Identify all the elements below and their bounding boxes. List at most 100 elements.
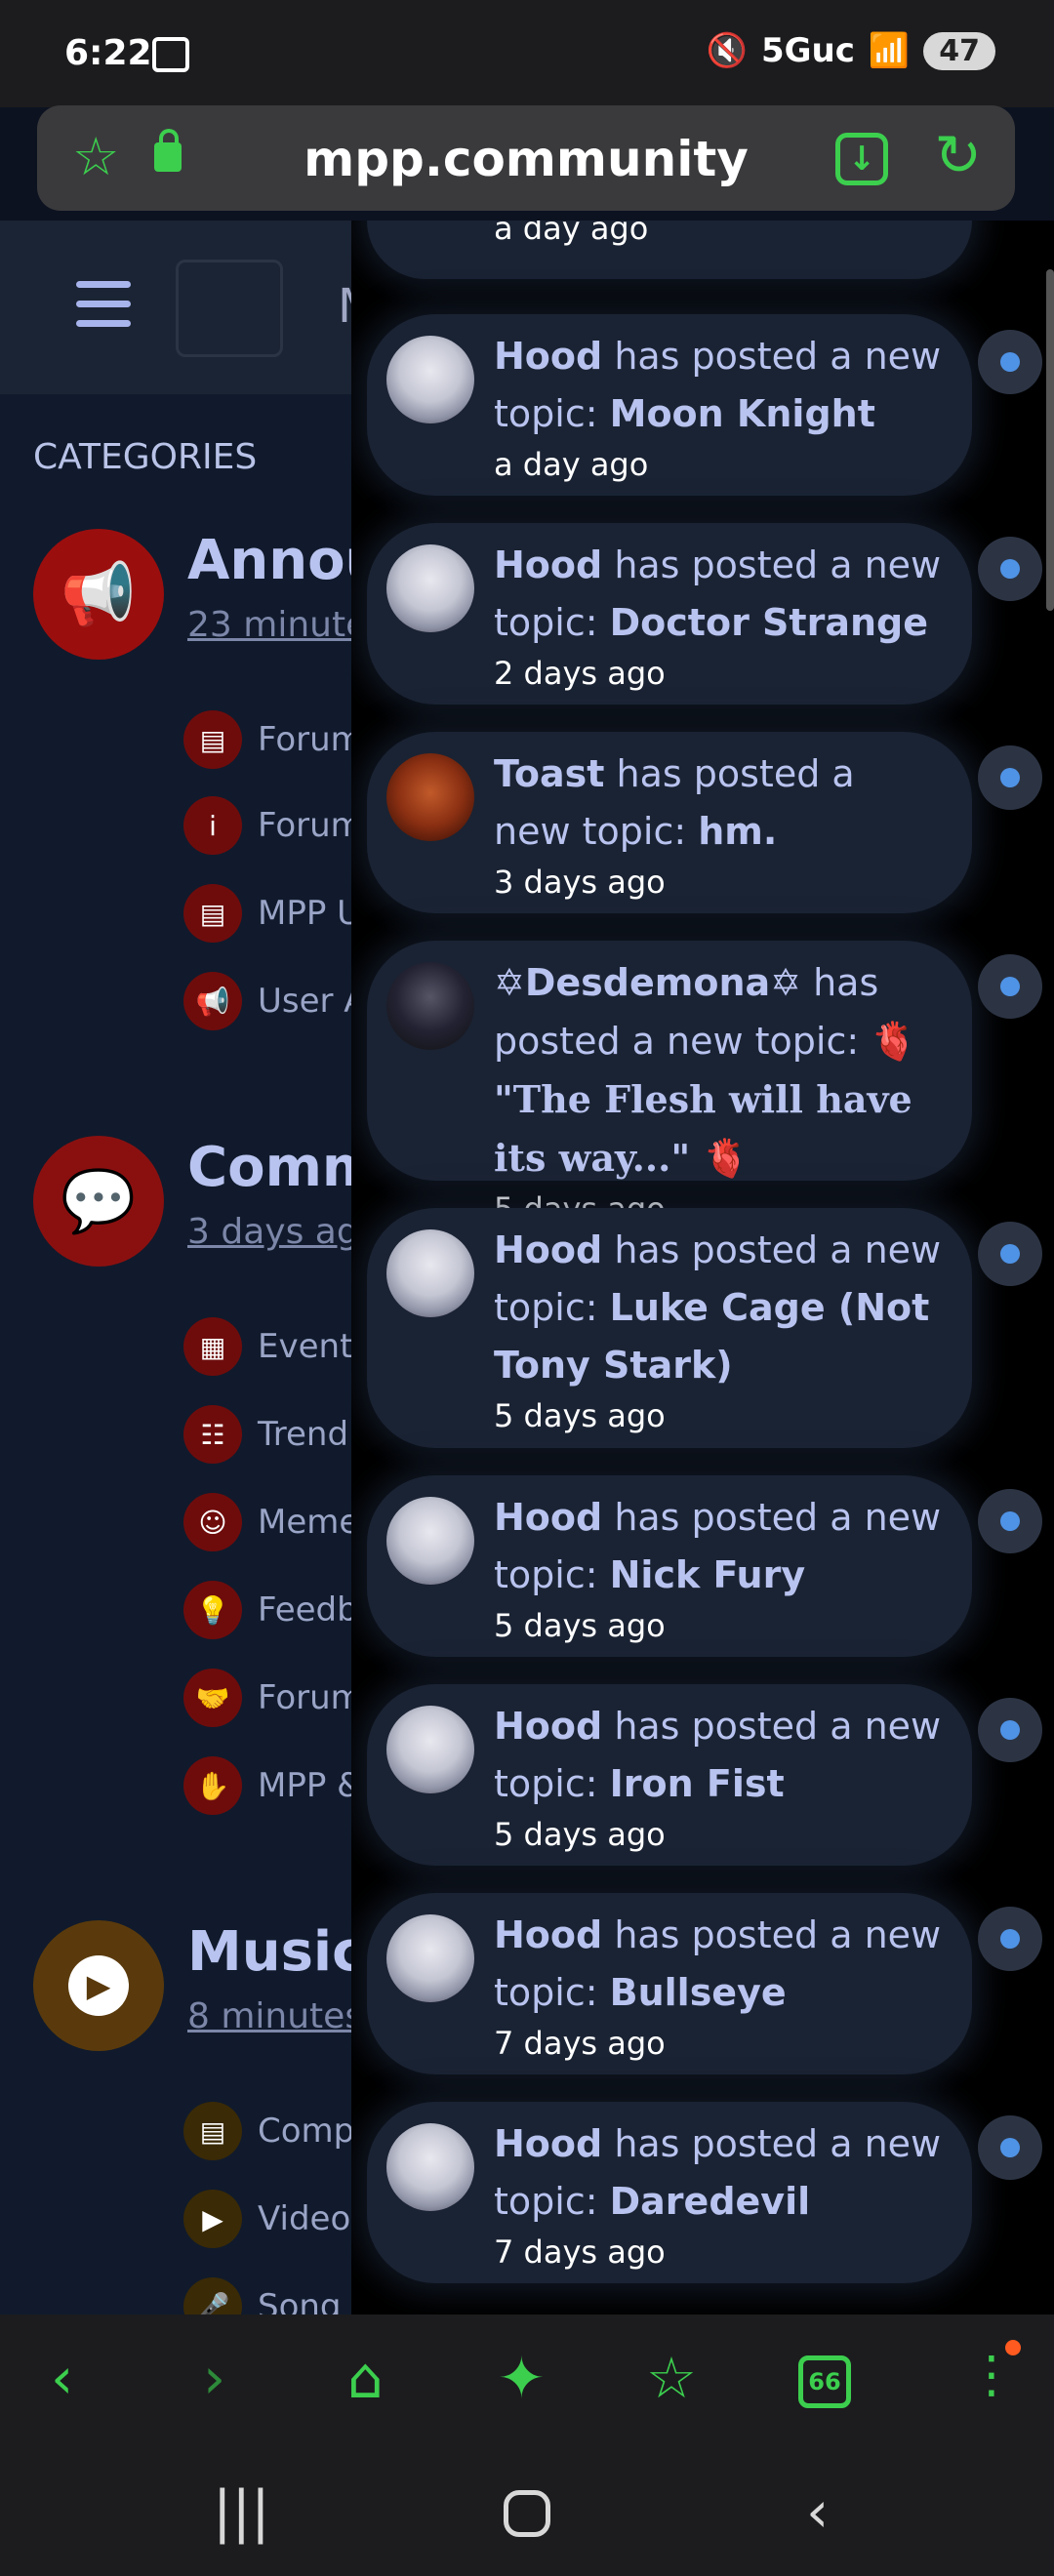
subcategory-item[interactable]: ☺ Meme xyxy=(183,1493,359,1551)
subcategory-label[interactable]: Meme xyxy=(258,1503,359,1542)
notification-item[interactable]: Toast has posted a new topic: hm. 3 days … xyxy=(367,732,972,913)
subcategory-item[interactable]: 💡 Feedb xyxy=(183,1581,358,1639)
unread-dot-icon[interactable] xyxy=(978,1907,1042,1971)
notification-time: 7 days ago xyxy=(494,2025,666,2062)
subcategory-item[interactable]: ▤ Forum xyxy=(183,710,363,769)
notification-user[interactable]: Hood xyxy=(494,1228,602,1271)
notification-item[interactable]: Hood has posted a new topic: Daredevil 7 … xyxy=(367,2102,972,2283)
recent-apps-icon[interactable]: ||| xyxy=(213,2478,270,2545)
notification-user[interactable]: Hood xyxy=(494,1496,602,1539)
download-icon[interactable]: ↓ xyxy=(835,133,888,185)
subcategory-label[interactable]: Feedb xyxy=(258,1590,358,1630)
subcategory-label[interactable]: MPP & xyxy=(258,1766,363,1805)
subcategory-label[interactable]: Forum xyxy=(258,806,363,845)
category-time[interactable]: 3 days ag xyxy=(187,1212,359,1252)
notification-item[interactable]: Hood has posted a new topic: Bullseye 7 d… xyxy=(367,1893,972,2074)
notification-topic[interactable]: Nick Fury xyxy=(610,1553,805,1596)
notification-user[interactable]: Hood xyxy=(494,2122,602,2165)
avatar[interactable] xyxy=(386,336,474,423)
subcategory-item[interactable]: 🎤 Song xyxy=(183,2277,342,2314)
avatar[interactable] xyxy=(386,544,474,632)
notification-item[interactable]: a day ago xyxy=(367,221,972,279)
subcategory-label[interactable]: Song xyxy=(258,2287,342,2314)
notification-item[interactable]: Hood has posted a new topic: Moon Knight… xyxy=(367,314,972,496)
sparkle-icon[interactable]: ✦ xyxy=(498,2350,546,2406)
notification-user[interactable]: Hood xyxy=(494,1913,602,1956)
notification-topic[interactable]: Doctor Strange xyxy=(610,601,928,644)
signal-icon: 📶 xyxy=(868,31,911,70)
notification-item[interactable]: ✡Desdemona✡ has posted a new topic: 🫀 "T… xyxy=(367,941,972,1228)
bookmarks-star-icon[interactable]: ☆ xyxy=(646,2350,697,2406)
subcategory-item[interactable]: ✋ MPP & xyxy=(183,1756,363,1815)
reload-icon[interactable]: ↻ xyxy=(934,127,982,183)
forward-icon[interactable]: › xyxy=(203,2350,225,2406)
notification-time: 5 days ago xyxy=(494,1607,666,1644)
category-name[interactable]: Music xyxy=(187,1920,364,1984)
unread-dot-icon[interactable] xyxy=(978,745,1042,810)
subcategory-item[interactable]: ▤ MPP U xyxy=(183,884,361,943)
notification-user[interactable]: Hood xyxy=(494,335,602,378)
subcategory-label[interactable]: Comp xyxy=(258,2112,354,2151)
notification-topic[interactable]: Moon Knight xyxy=(610,392,875,435)
play-icon: ▶ xyxy=(33,1920,164,2051)
avatar[interactable] xyxy=(386,753,474,841)
subcategory-label[interactable]: Trend xyxy=(258,1415,348,1454)
subcategory-label[interactable]: Event xyxy=(258,1327,352,1366)
site-logo[interactable] xyxy=(176,260,283,357)
unread-dot-icon[interactable] xyxy=(978,1489,1042,1553)
unread-dot-icon[interactable] xyxy=(978,537,1042,601)
subcategory-item[interactable]: i Forum xyxy=(183,796,363,855)
system-back-icon[interactable]: ‹ xyxy=(806,2478,829,2545)
subcategory-label[interactable]: MPP U xyxy=(258,894,361,933)
notification-user[interactable]: Toast xyxy=(494,752,604,795)
avatar[interactable] xyxy=(386,962,474,1050)
notification-user[interactable]: ✡Desdemona✡ xyxy=(494,961,801,1004)
subcategory-label[interactable]: Forum xyxy=(258,1678,363,1717)
category-time[interactable]: 23 minute xyxy=(187,605,367,645)
unread-dot-icon[interactable] xyxy=(978,2115,1042,2180)
notification-topic[interactable]: Daredevil xyxy=(610,2180,811,2223)
unread-dot-icon[interactable] xyxy=(978,954,1042,1019)
subcategory-item[interactable]: ▶ Video xyxy=(183,2190,350,2248)
users-icon: ☷ xyxy=(183,1405,242,1464)
scrollbar[interactable] xyxy=(1046,269,1054,611)
notification-user[interactable]: Hood xyxy=(494,543,602,586)
notification-topic[interactable]: Iron Fist xyxy=(610,1762,785,1805)
web-page: M CATEGORIES 📢 Annou 23 minute ▤Forum iF… xyxy=(0,221,1054,2314)
unread-dot-icon[interactable] xyxy=(978,1698,1042,1762)
subcategory-item[interactable]: ☷ Trend xyxy=(183,1405,348,1464)
hamburger-menu-icon[interactable] xyxy=(76,281,131,328)
category-time[interactable]: 8 minutes xyxy=(187,1996,363,2036)
megaphone-icon: 📢 xyxy=(183,972,242,1030)
category-name[interactable]: Comm xyxy=(187,1136,379,1199)
notification-topic[interactable]: hm. xyxy=(698,810,777,853)
notification-item[interactable]: Hood has posted a new topic: Nick Fury 5 … xyxy=(367,1475,972,1657)
avatar[interactable] xyxy=(386,1229,474,1317)
notification-item[interactable]: Hood has posted a new topic: Doctor Stra… xyxy=(367,523,972,704)
tabs-icon[interactable]: 66 xyxy=(798,2355,851,2408)
notification-user[interactable]: Hood xyxy=(494,1705,602,1748)
avatar[interactable] xyxy=(386,1706,474,1793)
avatar[interactable] xyxy=(386,1497,474,1585)
subcategory-item[interactable]: ▦ Event xyxy=(183,1317,352,1376)
subcategory-item[interactable]: 📢 User A xyxy=(183,972,367,1030)
home-icon[interactable]: ⌂ xyxy=(347,2350,384,2406)
notification-topic[interactable]: Bullseye xyxy=(610,1971,787,2014)
notification-item[interactable]: Hood has posted a new topic: Iron Fist 5 … xyxy=(367,1684,972,1866)
subcategory-label[interactable]: Video xyxy=(258,2199,350,2238)
more-menu-icon[interactable]: ⋮ xyxy=(966,2350,1017,2400)
notification-item[interactable]: Hood has posted a new topic: Luke Cage (… xyxy=(367,1208,972,1448)
back-icon[interactable]: ‹ xyxy=(51,2350,73,2406)
battery-indicator: 47 xyxy=(923,31,995,70)
subcategory-item[interactable]: 🤝 Forum xyxy=(183,1669,363,1727)
home-button-icon[interactable] xyxy=(504,2490,550,2537)
avatar[interactable] xyxy=(386,2123,474,2211)
notification-time: a day ago xyxy=(494,446,649,483)
avatar[interactable] xyxy=(386,1914,474,2002)
unread-dot-icon[interactable] xyxy=(978,1222,1042,1286)
subcategory-label[interactable]: User A xyxy=(258,982,367,1021)
subcategory-item[interactable]: ▤ Comp xyxy=(183,2102,354,2160)
url-bar[interactable]: ☆ mpp.community ↓ ↻ xyxy=(37,105,1015,211)
unread-dot-icon[interactable] xyxy=(978,330,1042,394)
subcategory-label[interactable]: Forum xyxy=(258,720,363,759)
